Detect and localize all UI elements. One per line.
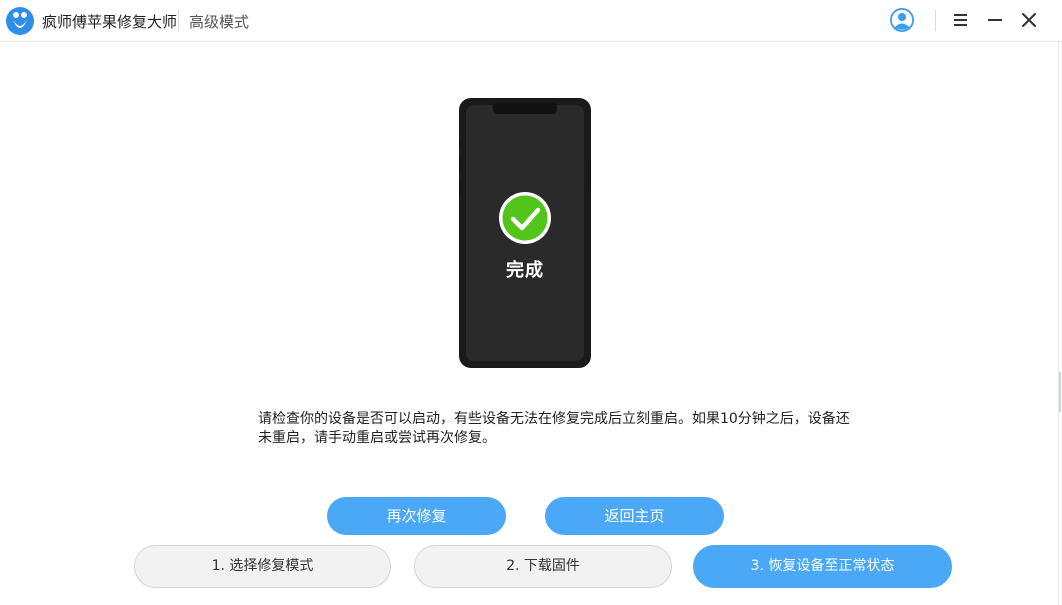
mode-label: 高级模式 — [189, 13, 250, 31]
window-edge — [1058, 42, 1059, 605]
status-label: 完成 — [506, 260, 544, 281]
scrollbar-thumb[interactable] — [1059, 372, 1061, 412]
title-bar: 疯师傅苹果修复大师 高级模式 — [0, 0, 1062, 42]
app-logo-icon — [6, 7, 34, 35]
toolbar-divider — [935, 10, 936, 31]
step-download-firmware: 2. 下载固件 — [414, 545, 672, 588]
phone-illustration — [459, 98, 591, 368]
app-title: 疯师傅苹果修复大师 — [42, 13, 178, 31]
step-restore-device: 3. 恢复设备至正常状态 — [693, 545, 952, 588]
minimize-icon[interactable] — [984, 9, 1006, 31]
check-circle-icon — [499, 192, 551, 244]
status-message: 请检查你的设备是否可以启动，有些设备无法在修复完成后立刻重启。如果10分钟之后，… — [258, 411, 850, 446]
close-icon[interactable] — [1018, 9, 1040, 31]
retry-repair-button[interactable]: 再次修复 — [327, 497, 506, 535]
return-home-button[interactable]: 返回主页 — [545, 497, 724, 535]
user-avatar-icon[interactable] — [889, 7, 915, 33]
menu-icon[interactable] — [949, 9, 971, 31]
title-divider — [178, 10, 179, 31]
step-select-mode: 1. 选择修复模式 — [134, 545, 391, 588]
